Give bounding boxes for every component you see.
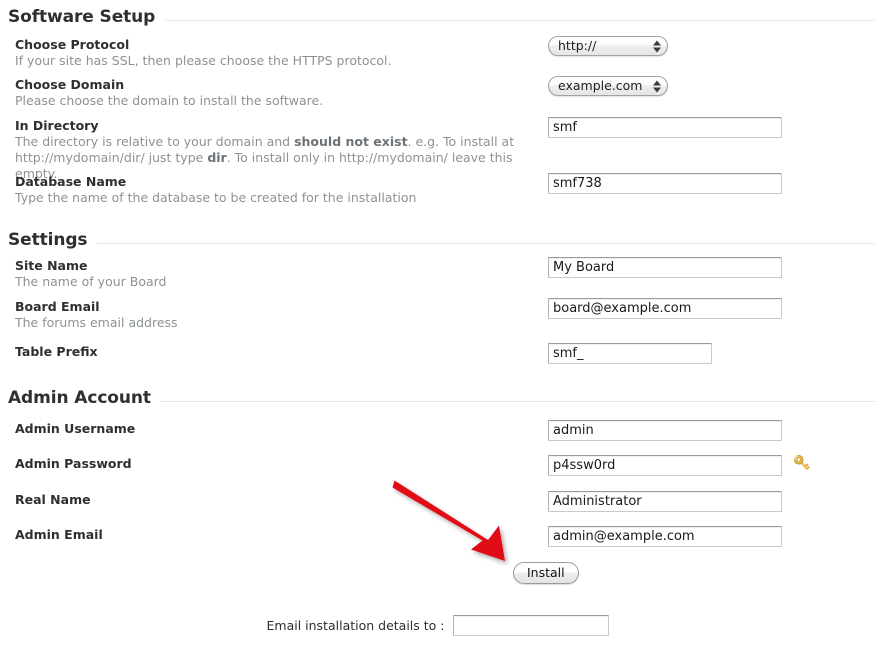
field-labels: Board Email The forums email address — [15, 298, 548, 331]
site-name-input[interactable] — [548, 257, 782, 278]
field-control — [548, 491, 875, 512]
field-labels: Admin Email — [15, 526, 548, 543]
field-row-choose-domain: Choose Domain Please choose the domain t… — [0, 76, 875, 109]
field-control — [548, 173, 875, 194]
field-row-table-prefix: Table Prefix — [0, 343, 875, 364]
field-label: Real Name — [15, 492, 91, 507]
install-button-container: Install — [513, 562, 579, 584]
database-name-input[interactable] — [548, 173, 782, 194]
field-labels: Choose Domain Please choose the domain t… — [15, 76, 548, 109]
field-label: Site Name — [15, 258, 88, 273]
field-row-site-name: Site Name The name of your Board — [0, 257, 875, 290]
field-labels: Choose Protocol If your site has SSL, th… — [15, 36, 548, 69]
field-labels: Real Name — [15, 491, 548, 508]
protocol-select-value: http:// — [558, 38, 597, 53]
in-directory-input[interactable] — [548, 117, 782, 138]
admin-username-input[interactable] — [548, 420, 782, 441]
field-description: If your site has SSL, then please choose… — [15, 53, 392, 68]
real-name-input[interactable] — [548, 491, 782, 512]
domain-select-value: example.com — [558, 78, 643, 93]
field-row-admin-email: Admin Email — [0, 526, 875, 547]
board-email-input[interactable] — [548, 298, 782, 319]
key-icon[interactable] — [791, 453, 813, 475]
updown-arrows-icon — [651, 39, 662, 54]
section-title: Admin Account — [8, 388, 151, 408]
field-control: example.com — [548, 76, 875, 96]
field-description: The forums email address — [15, 315, 178, 330]
field-label: Admin Username — [15, 421, 136, 436]
email-details-row: Email installation details to : — [0, 615, 875, 636]
domain-select[interactable]: example.com — [548, 76, 668, 96]
field-row-choose-protocol: Choose Protocol If your site has SSL, th… — [0, 36, 875, 69]
field-control — [548, 257, 875, 278]
install-button[interactable]: Install — [513, 562, 579, 584]
section-header-admin-account: Admin Account — [0, 389, 875, 408]
field-row-admin-username: Admin Username — [0, 420, 875, 441]
field-description: The name of your Board — [15, 274, 167, 289]
updown-arrows-icon — [651, 79, 662, 94]
section-divider — [165, 20, 875, 22]
field-labels: Admin Password — [15, 455, 548, 472]
field-control — [548, 298, 875, 319]
field-label: Admin Email — [15, 527, 103, 542]
field-description: Please choose the domain to install the … — [15, 93, 324, 108]
email-details-input[interactable] — [452, 615, 609, 636]
field-row-board-email: Board Email The forums email address — [0, 298, 875, 331]
field-control — [548, 343, 875, 364]
field-row-admin-password: Admin Password — [0, 453, 875, 476]
field-label: Database Name — [15, 174, 127, 189]
email-details-label: Email installation details to : — [266, 618, 445, 633]
field-label: Choose Domain — [15, 77, 125, 92]
section-header-settings: Settings — [0, 231, 875, 250]
field-control — [548, 117, 875, 138]
section-header-software-setup: Software Setup — [0, 8, 875, 27]
field-label: Table Prefix — [15, 344, 98, 359]
admin-password-input[interactable] — [548, 455, 782, 476]
field-label: Board Email — [15, 299, 100, 314]
field-label: In Directory — [15, 118, 99, 133]
field-control: http:// — [548, 36, 875, 56]
field-control — [548, 526, 875, 547]
field-description: Type the name of the database to be crea… — [15, 190, 417, 205]
field-labels: Site Name The name of your Board — [15, 257, 548, 290]
field-control — [548, 453, 875, 476]
field-row-real-name: Real Name — [0, 491, 875, 512]
section-title: Settings — [8, 230, 88, 250]
field-label: Admin Password — [15, 456, 132, 471]
field-labels: Admin Username — [15, 420, 548, 437]
field-control — [548, 420, 875, 441]
section-divider — [160, 401, 875, 403]
section-title: Software Setup — [8, 7, 156, 27]
section-divider — [97, 243, 875, 245]
field-labels: Database Name Type the name of the datab… — [15, 173, 548, 206]
admin-email-input[interactable] — [548, 526, 782, 547]
table-prefix-input[interactable] — [548, 343, 712, 364]
field-label: Choose Protocol — [15, 37, 130, 52]
field-labels: Table Prefix — [15, 343, 548, 360]
software-setup-page: Software Setup Choose Protocol If your s… — [0, 0, 875, 666]
field-row-database-name: Database Name Type the name of the datab… — [0, 173, 875, 206]
protocol-select[interactable]: http:// — [548, 36, 668, 56]
